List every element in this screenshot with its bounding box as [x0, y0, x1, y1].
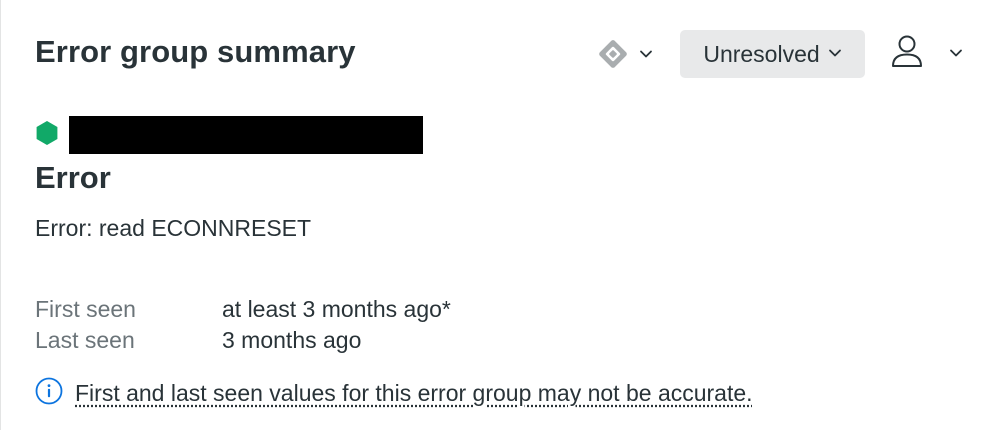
last-seen-value: 3 months ago: [222, 327, 362, 353]
entity-row: [35, 116, 423, 154]
last-seen-row: Last seen 3 months ago: [35, 325, 451, 356]
jira-diamond-icon: [597, 38, 629, 70]
error-group-summary-panel: Error group summary Unresolved Error Err…: [0, 0, 1002, 430]
chevron-down-icon: [949, 45, 963, 63]
user-icon: [887, 32, 927, 77]
last-seen-label: Last seen: [35, 327, 135, 353]
first-seen-label: First seen: [35, 296, 136, 322]
status-dropdown-label: Unresolved: [703, 40, 820, 67]
seen-details: First seen at least 3 months ago* Last s…: [35, 294, 451, 356]
first-seen-value: at least 3 months ago*: [222, 296, 451, 322]
status-dropdown[interactable]: Unresolved: [680, 30, 865, 78]
hexagon-status-icon: [35, 120, 59, 151]
accuracy-notice-link[interactable]: First and last seen values for this erro…: [75, 380, 753, 407]
chevron-down-icon: [828, 45, 842, 63]
accuracy-notice: First and last seen values for this erro…: [35, 377, 753, 410]
entity-name-redacted[interactable]: [69, 116, 423, 154]
info-icon: [35, 377, 63, 410]
error-title: Error: [35, 160, 111, 195]
error-message: Error: read ECONNRESET: [35, 215, 312, 241]
first-seen-row: First seen at least 3 months ago*: [35, 294, 451, 325]
chevron-down-icon: [639, 49, 653, 59]
assignee-dropdown[interactable]: [887, 34, 963, 74]
issue-tracker-dropdown[interactable]: [597, 37, 653, 71]
page-title: Error group summary: [35, 34, 356, 69]
